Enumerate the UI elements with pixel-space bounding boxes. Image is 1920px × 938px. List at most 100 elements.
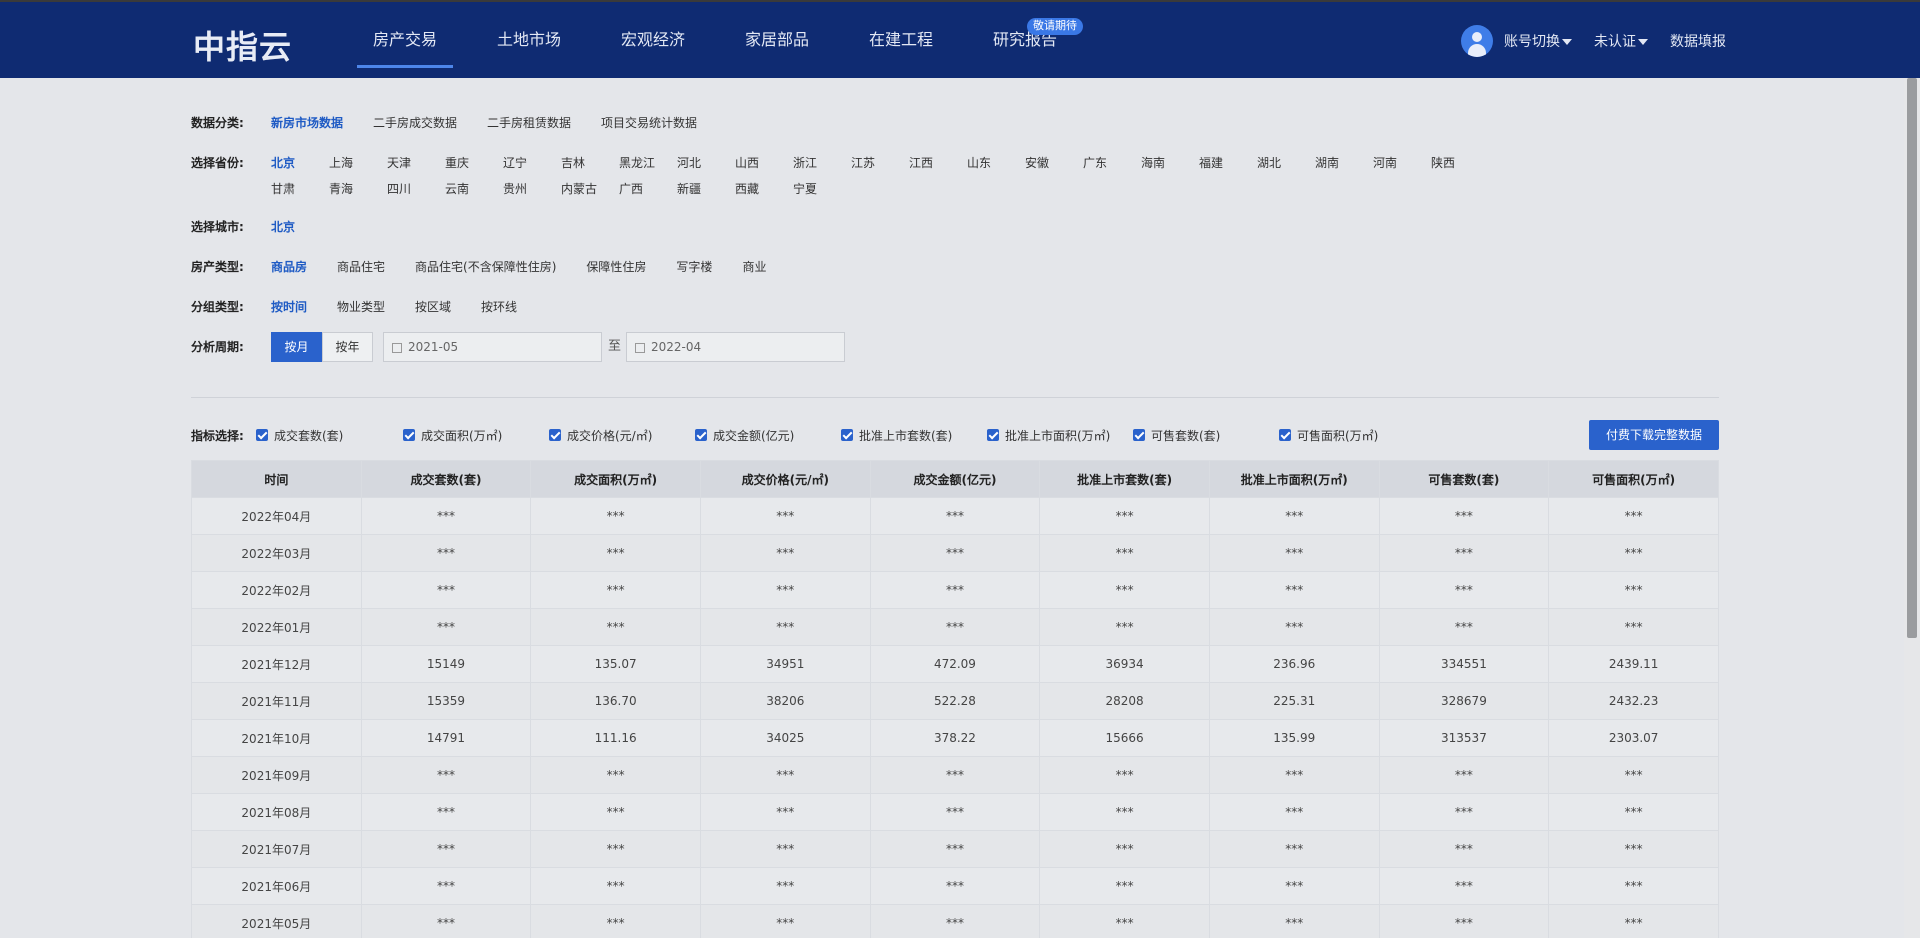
property-type-option[interactable]: 保障性住房: [586, 252, 646, 282]
table-cell: ***: [1548, 793, 1719, 831]
metric-checkbox[interactable]: 批准上市套数(套): [841, 427, 987, 444]
nav-item-macro-economy[interactable]: 宏观经济: [591, 2, 715, 80]
start-date-input[interactable]: 2021-05: [383, 332, 602, 362]
vertical-scrollbar[interactable]: [1904, 78, 1920, 938]
checkbox-checked-icon[interactable]: [403, 429, 415, 441]
province-option[interactable]: 福建: [1199, 150, 1229, 176]
table-cell: ***: [360, 756, 532, 794]
province-option[interactable]: 江西: [909, 150, 939, 176]
table-cell: ***: [869, 756, 1041, 794]
province-option[interactable]: 吉林: [561, 150, 591, 176]
filter-panel: 数据分类: 新房市场数据 二手房成交数据 二手房租赁数据 项目交易统计数据 选择省份:…: [191, 108, 1719, 362]
province-option[interactable]: 贵州: [503, 176, 533, 202]
province-option[interactable]: 浙江: [793, 150, 823, 176]
table-cell: 2022年02月: [191, 571, 362, 609]
province-option[interactable]: 湖南: [1315, 150, 1345, 176]
table-cell: 15359: [360, 682, 532, 720]
province-option[interactable]: 江苏: [851, 150, 881, 176]
province-option[interactable]: 内蒙古: [561, 176, 605, 202]
province-option[interactable]: 安徽: [1025, 150, 1055, 176]
metric-checkbox[interactable]: 成交面积(万㎡): [403, 427, 549, 444]
category-option[interactable]: 新房市场数据: [271, 108, 343, 138]
table-cell: ***: [699, 756, 871, 794]
top-navbar: 中指云 房产交易 土地市场 宏观经济 家居部品 在建工程 研究报告 敬请期待 账…: [0, 0, 1920, 78]
city-option[interactable]: 北京: [271, 212, 295, 242]
province-option[interactable]: 广西: [619, 176, 649, 202]
province-option[interactable]: 陕西: [1431, 150, 1461, 176]
property-type-option[interactable]: 商品住宅: [337, 252, 385, 282]
checkbox-checked-icon[interactable]: [695, 429, 707, 441]
auth-status-dropdown[interactable]: 未认证: [1594, 31, 1648, 51]
province-option[interactable]: 天津: [387, 150, 417, 176]
table-cell: ***: [869, 497, 1041, 535]
table-cell: ***: [1378, 756, 1550, 794]
property-type-option[interactable]: 商业: [742, 252, 766, 282]
category-option[interactable]: 二手房成交数据: [373, 108, 457, 138]
table-cell: ***: [1378, 867, 1550, 905]
scrollbar-thumb[interactable]: [1907, 78, 1917, 638]
checkbox-checked-icon[interactable]: [549, 429, 561, 441]
table-cell: 378.22: [869, 719, 1041, 757]
province-option[interactable]: 黑龙江: [619, 150, 663, 176]
checkbox-checked-icon[interactable]: [987, 429, 999, 441]
checkbox-checked-icon[interactable]: [1133, 429, 1145, 441]
table-cell: ***: [1378, 830, 1550, 868]
table-row: 2021年11月 15359 136.70 38206 522.28 28208 225.3…: [191, 682, 1719, 720]
nav-item-construction[interactable]: 在建工程: [839, 2, 963, 80]
province-option[interactable]: 重庆: [445, 150, 475, 176]
province-option[interactable]: 海南: [1141, 150, 1171, 176]
province-option[interactable]: 湖北: [1257, 150, 1287, 176]
filter-row-city: 选择城市: 北京: [191, 212, 1719, 242]
category-option[interactable]: 二手房租赁数据: [487, 108, 571, 138]
province-option[interactable]: 广东: [1083, 150, 1113, 176]
group-type-option[interactable]: 按时间: [271, 292, 307, 322]
province-option[interactable]: 青海: [329, 176, 359, 202]
property-type-option[interactable]: 商品住宅(不含保障性住房): [415, 252, 556, 282]
province-option[interactable]: 山东: [967, 150, 997, 176]
table-cell: ***: [1548, 497, 1719, 535]
province-option[interactable]: 新疆: [677, 176, 707, 202]
province-option[interactable]: 河北: [677, 150, 707, 176]
group-type-option[interactable]: 按环线: [481, 292, 517, 322]
table-cell: ***: [1208, 534, 1380, 572]
yearly-button[interactable]: 按年: [322, 332, 373, 362]
app-logo[interactable]: 中指云: [193, 22, 292, 68]
property-type-option[interactable]: 商品房: [271, 252, 307, 282]
nav-item-home-parts[interactable]: 家居部品: [715, 2, 839, 80]
property-type-options: 商品房 商品住宅 商品住宅(不含保障性住房) 保障性住房 写字楼 商业: [271, 252, 1691, 282]
group-type-option[interactable]: 按区域: [415, 292, 451, 322]
checkbox-checked-icon[interactable]: [1279, 429, 1291, 441]
property-type-option[interactable]: 写字楼: [676, 252, 712, 282]
province-option[interactable]: 北京: [271, 150, 301, 176]
monthly-button[interactable]: 按月: [271, 332, 322, 362]
province-option[interactable]: 西藏: [735, 176, 765, 202]
metric-checkbox[interactable]: 批准上市面积(万㎡): [987, 427, 1133, 444]
province-option[interactable]: 河南: [1373, 150, 1403, 176]
table-cell: ***: [360, 867, 532, 905]
province-option[interactable]: 云南: [445, 176, 475, 202]
province-option[interactable]: 上海: [329, 150, 359, 176]
province-option[interactable]: 甘肃: [271, 176, 301, 202]
metric-checkbox[interactable]: 可售套数(套): [1133, 427, 1279, 444]
end-date-input[interactable]: 2022-04: [626, 332, 846, 362]
province-option[interactable]: 宁夏: [793, 176, 823, 202]
province-option[interactable]: 辽宁: [503, 150, 533, 176]
checkbox-checked-icon[interactable]: [841, 429, 853, 441]
category-option[interactable]: 项目交易统计数据: [601, 108, 697, 138]
group-type-option[interactable]: 物业类型: [337, 292, 385, 322]
download-full-data-button[interactable]: 付费下载完整数据: [1589, 420, 1719, 450]
province-option[interactable]: 山西: [735, 150, 765, 176]
checkbox-checked-icon[interactable]: [256, 429, 268, 441]
metric-checkbox[interactable]: 成交套数(套): [256, 427, 403, 444]
account-switch-dropdown[interactable]: 账号切换: [1504, 31, 1572, 51]
table-cell: 2303.07: [1548, 719, 1719, 757]
metric-checkbox[interactable]: 成交金额(亿元): [695, 427, 841, 444]
nav-item-land-market[interactable]: 土地市场: [467, 2, 591, 80]
data-fill-link[interactable]: 数据填报: [1670, 31, 1726, 51]
nav-item-research-report[interactable]: 研究报告 敬请期待: [963, 2, 1087, 80]
province-option[interactable]: 四川: [387, 176, 417, 202]
metric-checkbox[interactable]: 可售面积(万㎡): [1279, 427, 1425, 444]
user-avatar-icon[interactable]: [1461, 25, 1493, 57]
metric-checkbox[interactable]: 成交价格(元/㎡): [549, 427, 695, 444]
nav-item-property-trade[interactable]: 房产交易: [343, 2, 467, 80]
